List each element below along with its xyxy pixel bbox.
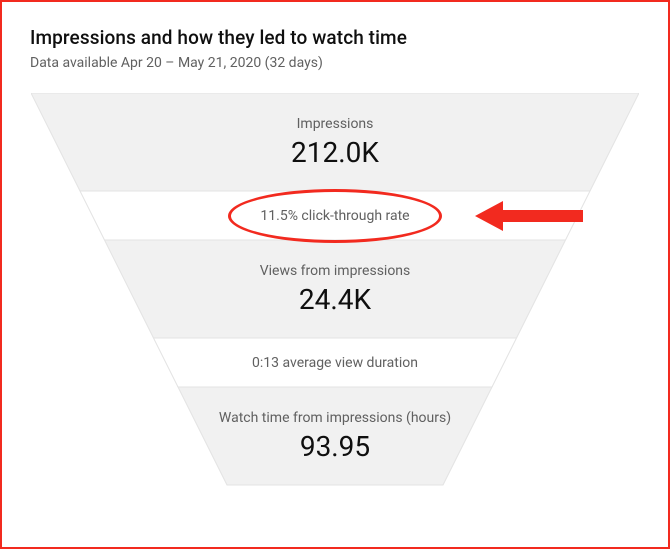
funnel-stage-avd: 0:13 average view duration (31, 338, 639, 387)
funnel-stage-watchtime: Watch time from impressions (hours) 93.9… (31, 387, 639, 485)
avd-label: 0:13 average view duration (252, 355, 418, 371)
views-value: 24.4K (299, 283, 371, 316)
card-header: Impressions and how they led to watch ti… (2, 2, 668, 81)
watchtime-value: 93.95 (300, 430, 370, 463)
impressions-label: Impressions (297, 116, 374, 132)
card-title: Impressions and how they led to watch ti… (30, 26, 640, 49)
ctr-label: 11.5% click-through rate (260, 208, 409, 224)
date-range-label: Data available Apr 20 – May 21, 2020 (32… (30, 55, 640, 71)
views-label: Views from impressions (260, 263, 411, 279)
funnel-stage-ctr: 11.5% click-through rate (31, 191, 639, 240)
funnel-chart: Impressions 212.0K 11.5% click-through r… (2, 81, 668, 521)
funnel-stage-views: Views from impressions 24.4K (31, 240, 639, 338)
funnel-stage-impressions: Impressions 212.0K (31, 93, 639, 191)
impressions-value: 212.0K (291, 136, 379, 169)
watchtime-label: Watch time from impressions (hours) (219, 410, 451, 426)
